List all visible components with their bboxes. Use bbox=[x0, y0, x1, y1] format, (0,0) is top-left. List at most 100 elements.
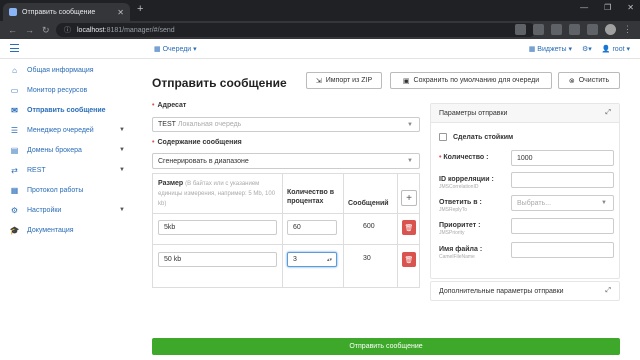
expand-icon[interactable]: ⤢ bbox=[605, 287, 611, 295]
size-input[interactable]: 50 kb bbox=[158, 252, 277, 267]
correlation-input[interactable] bbox=[511, 172, 614, 188]
capture-icon[interactable] bbox=[587, 24, 598, 35]
import-icon: ⇲ bbox=[315, 77, 322, 85]
priority-label: Приоритет : JMSPriority bbox=[439, 222, 481, 236]
caret-down-icon: ▼ bbox=[119, 207, 125, 213]
address-bar[interactable]: ⓘ localhost :8181/manager/#/send bbox=[56, 23, 536, 37]
import-label: Импорт из ZIP bbox=[325, 77, 373, 84]
sidebar-item-label: Протокол работы bbox=[27, 186, 84, 194]
app-topbar: ▦ Очереди ▾ ▦ Виджеты ▾ ⚙▾ 👤 root ▾ bbox=[0, 39, 640, 59]
sidebar-item-queue-manager[interactable]: ☰ Менеджер очередей ▼ bbox=[0, 120, 135, 140]
count-input[interactable]: 1000 bbox=[511, 150, 614, 166]
clear-button[interactable]: ⊗ Очистить bbox=[558, 72, 620, 89]
count-label: • Количество : bbox=[439, 154, 489, 161]
messages-value: 30 bbox=[363, 255, 371, 262]
browser-menu-icon[interactable]: ⋮ bbox=[623, 24, 632, 35]
widgets-dropdown[interactable]: ▦ Виджеты ▾ bbox=[529, 45, 572, 53]
browser-tab[interactable]: Отправить сообщение ✕ bbox=[3, 3, 130, 21]
add-row-button[interactable]: + bbox=[401, 190, 417, 206]
trash-icon: 🗑 bbox=[404, 256, 414, 264]
sidebar-item-label: Домены брокера bbox=[27, 146, 82, 154]
sidebar-item-log[interactable]: ▦ Протокол работы bbox=[0, 180, 135, 200]
size-input[interactable]: 5kb bbox=[158, 220, 277, 235]
persistent-checkbox-row[interactable]: Сделать стойким bbox=[439, 133, 513, 141]
settings-dropdown[interactable]: ⚙▾ bbox=[582, 45, 592, 53]
close-tab-icon[interactable]: ✕ bbox=[117, 8, 124, 17]
log-icon: ▦ bbox=[10, 185, 19, 195]
new-tab-icon[interactable]: + bbox=[137, 3, 143, 15]
content-select[interactable]: Сгенерировать в диапазоне ▼ bbox=[152, 153, 420, 169]
import-zip-button[interactable]: ⇲ Импорт из ZIP bbox=[306, 72, 382, 89]
sidebar-item-settings[interactable]: ⚙ Настройки ▼ bbox=[0, 200, 135, 220]
extension-icon[interactable] bbox=[551, 24, 562, 35]
chevron-down-icon: ▼ bbox=[407, 158, 413, 164]
send-params-panel: Параметры отправки ⤢ Сделать стойким • К… bbox=[430, 103, 620, 279]
queues-dropdown[interactable]: ▦ Очереди ▾ bbox=[154, 45, 197, 53]
close-window-icon[interactable]: ✕ bbox=[627, 3, 634, 12]
sidebar-item-docs[interactable]: 🎓 Документация bbox=[0, 220, 135, 240]
trash-icon: 🗑 bbox=[404, 224, 414, 232]
content-value: Сгенерировать в диапазоне bbox=[158, 157, 249, 165]
reply-to-select[interactable]: Выбрать... ▼ bbox=[511, 195, 614, 211]
monitor-icon: ▭ bbox=[10, 85, 19, 95]
main-content: Отправить сообщение ⇲ Импорт из ZIP ▣ Сохр… bbox=[152, 59, 622, 360]
addressee-hint: Локальная очередь bbox=[177, 121, 242, 128]
browser-tab-title: Отправить сообщение bbox=[22, 8, 96, 16]
send-params-header[interactable]: Параметры отправки ⤢ bbox=[431, 104, 619, 123]
reload-icon[interactable]: ↻ bbox=[42, 25, 50, 36]
profile-avatar[interactable] bbox=[605, 24, 616, 35]
maximize-icon[interactable]: ❐ bbox=[604, 3, 611, 12]
save-default-button[interactable]: ▣ Сохранить по умолчанию для очереди bbox=[390, 72, 552, 89]
hamburger-icon[interactable] bbox=[10, 44, 19, 52]
send-message-button[interactable]: Отправить сообщение bbox=[152, 338, 620, 355]
filename-label: Имя файла : CamelFileName bbox=[439, 246, 483, 260]
sidebar-item-resource-monitor[interactable]: ▭ Монитор ресурсов bbox=[0, 80, 135, 100]
back-icon[interactable]: ← bbox=[8, 25, 17, 35]
sidebar-item-send-message[interactable]: ✉ Отправить сообщение bbox=[0, 100, 135, 120]
clear-icon: ⊗ bbox=[568, 77, 575, 85]
delete-row-button[interactable]: 🗑 bbox=[402, 252, 416, 267]
translate-icon[interactable] bbox=[569, 24, 580, 35]
sidebar-item-rest[interactable]: ⇄ REST ▼ bbox=[0, 160, 135, 180]
additional-params-panel[interactable]: Дополнительные параметры отправки ⤢ bbox=[430, 281, 620, 301]
delete-row-button[interactable]: 🗑 bbox=[402, 220, 416, 235]
page-title: Отправить сообщение bbox=[152, 76, 287, 90]
persistent-checkbox[interactable] bbox=[439, 133, 447, 141]
exchange-icon: ⇄ bbox=[11, 165, 18, 175]
chevron-down-icon: ▼ bbox=[601, 200, 607, 206]
key-icon[interactable] bbox=[515, 24, 526, 35]
percent-input[interactable]: 60 bbox=[287, 220, 337, 235]
forward-icon[interactable]: → bbox=[25, 25, 34, 35]
user-icon: 👤 bbox=[601, 46, 611, 53]
sidebar-item-overview[interactable]: ⌂ Общая информация bbox=[0, 60, 135, 80]
sidebar-item-label: Настройки bbox=[27, 206, 62, 214]
envelope-icon: ✉ bbox=[11, 105, 18, 115]
percent-input[interactable]: 3 ▴▾ bbox=[287, 252, 337, 267]
spinner-icon[interactable]: ▴▾ bbox=[327, 257, 332, 263]
sidebar-item-label: REST bbox=[27, 166, 46, 174]
user-dropdown[interactable]: 👤 root ▾ bbox=[602, 45, 630, 53]
save-default-label: Сохранить по умолчанию для очереди bbox=[413, 77, 540, 84]
additional-params-title: Дополнительные параметры отправки bbox=[439, 287, 564, 295]
sidebar-item-broker-domains[interactable]: ▤ Домены брокера ▼ bbox=[0, 140, 135, 160]
docs-icon: 🎓 bbox=[9, 225, 20, 235]
correlation-label: ID корреляции : JMSCorrelationID bbox=[439, 176, 494, 190]
minimize-icon[interactable]: — bbox=[580, 3, 588, 12]
priority-input[interactable] bbox=[511, 218, 614, 234]
clear-label: Очистить bbox=[578, 77, 610, 84]
filename-input[interactable] bbox=[511, 242, 614, 258]
chevron-down-icon: ▾ bbox=[193, 46, 197, 53]
expand-icon[interactable]: ⤢ bbox=[605, 109, 611, 117]
sidebar-item-label: Менеджер очередей bbox=[27, 126, 94, 134]
messages-value: 600 bbox=[363, 223, 375, 230]
percent-value: 3 bbox=[293, 256, 297, 263]
reply-to-label: Ответить в : JMSReplyTo bbox=[439, 199, 482, 213]
col-size-header: Размер (В байтах или с указанием единицы… bbox=[158, 180, 276, 207]
star-icon[interactable] bbox=[533, 24, 544, 35]
sidebar-item-label: Общая информация bbox=[27, 66, 94, 74]
info-icon: ⓘ bbox=[64, 27, 71, 34]
queues-label: Очереди bbox=[162, 46, 192, 53]
reply-to-placeholder: Выбрать... bbox=[517, 199, 552, 207]
widgets-label: Виджеты bbox=[537, 46, 567, 53]
addressee-select[interactable]: TEST Локальная очередь ▼ bbox=[152, 117, 420, 132]
